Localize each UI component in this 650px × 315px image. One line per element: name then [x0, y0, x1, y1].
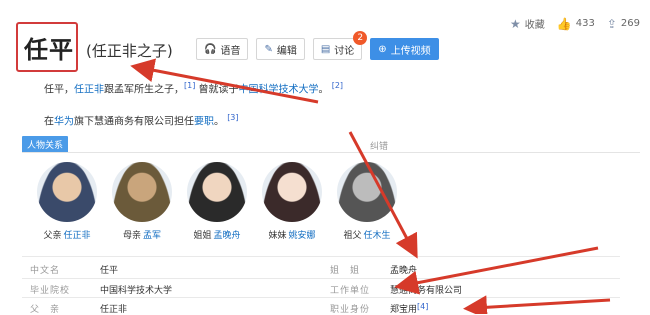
discuss-badge: 2 [353, 31, 368, 45]
discuss-label: 讨论 [334, 45, 355, 57]
person-name[interactable]: 孟晚舟 [214, 231, 241, 241]
favorite-button[interactable]: ★ 收藏 [510, 16, 545, 32]
relations-list: 父亲 任正非 母亲 孟军 姐姐 孟晚舟 妹妹 姚安娜 祖父 任木生 [36, 162, 398, 241]
info-divider-top [22, 256, 620, 257]
link-ren-zhengfei[interactable]: 任正非 [74, 84, 104, 95]
person-card[interactable]: 父亲 任正非 [36, 162, 98, 241]
action-buttons: 🎧 语音 ✎ 编辑 ▤ 讨论 2 ⊕ 上传视频 [196, 31, 439, 60]
avatar[interactable] [262, 162, 322, 222]
info-label: 工作单位 [330, 286, 371, 296]
share-icon: ⇪ [606, 16, 617, 31]
person-name[interactable]: 任木生 [364, 231, 391, 241]
discuss-button[interactable]: ▤ 讨论 2 [312, 31, 368, 60]
like-button[interactable]: 👍 433 [557, 17, 595, 31]
summary-text: 旗下慧通商务有限公司担任 [74, 116, 194, 128]
ref-4[interactable]: [4] [417, 302, 428, 315]
person-label: 姐姐 孟晚舟 [193, 228, 240, 241]
link-huawei[interactable]: 华为 [54, 117, 74, 128]
info-value-link[interactable]: 孟晚舟 [390, 263, 417, 276]
link-ustc[interactable]: 中国科学技术大学 [239, 84, 319, 95]
favorite-label: 收藏 [524, 20, 545, 31]
ref-3[interactable]: [3] [227, 113, 238, 122]
link-key-position[interactable]: 要职 [194, 117, 214, 128]
person-card[interactable]: 妹妹 姚安娜 [261, 162, 323, 241]
info-row: 中文名 任平 姐 姐 孟晚舟 [30, 263, 417, 276]
person-card[interactable]: 祖父 任木生 [336, 162, 398, 241]
info-value: 中国科学技术大学 [100, 286, 173, 296]
comment-icon: ▤ [320, 43, 331, 55]
voice-button[interactable]: 🎧 语音 [196, 38, 249, 60]
summary-text: 。 [214, 116, 224, 128]
upload-label: 上传视频 [390, 45, 431, 57]
person-name[interactable]: 任正非 [64, 231, 91, 241]
summary-text: 曾就读于 [195, 84, 239, 96]
avatar[interactable] [337, 162, 397, 222]
summary-text: 跟孟军所生之子， [104, 84, 184, 96]
summary-line-2: 在华为旗下慧通商务有限公司担任要职。 [3] [44, 110, 343, 130]
person-relation: 父亲 [43, 231, 62, 241]
page-title: 任平 [24, 36, 74, 64]
person-label: 母亲 孟军 [123, 228, 161, 241]
info-divider [22, 278, 620, 279]
arrow-to-job [463, 295, 611, 314]
edit-button[interactable]: ✎ 编辑 [256, 38, 305, 60]
summary-line-1: 任平，任正非跟孟军所生之子，[1] 曾就读于中国科学技术大学。 [2] [44, 78, 343, 98]
headphones-icon: 🎧 [204, 43, 217, 55]
like-count: 433 [575, 18, 595, 29]
voice-label: 语音 [220, 45, 241, 57]
pencil-icon: ✎ [264, 43, 273, 55]
info-value: 任正非 [100, 305, 128, 315]
person-relation: 姐姐 [193, 231, 212, 241]
person-card[interactable]: 母亲 孟军 [111, 162, 173, 241]
baike-page: ★ 收藏 👍 433 ⇪ 269 任平 (任正非之子) 🎧 语音 ✎ 编辑 ▤ … [0, 0, 650, 315]
info-value-link[interactable]: 郑宝用 [390, 302, 417, 315]
share-count: 269 [620, 18, 640, 29]
person-label: 父亲 任正非 [43, 228, 90, 241]
summary-text: 。 [318, 84, 329, 96]
person-label: 妹妹 姚安娜 [268, 228, 315, 241]
page-subtitle: (任正非之子) [86, 42, 173, 60]
edit-label: 编辑 [276, 45, 297, 57]
info-label: 姐 姐 [330, 266, 361, 276]
avatar[interactable] [187, 162, 247, 222]
person-name[interactable]: 姚安娜 [289, 231, 316, 241]
person-label: 祖父 任木生 [343, 228, 390, 241]
thumbs-up-icon: 👍 [556, 16, 572, 31]
star-icon: ★ [510, 16, 521, 31]
info-value: 任平 [100, 266, 119, 276]
arrow-to-company [394, 246, 599, 295]
share-button[interactable]: ⇪ 269 [607, 17, 640, 31]
plus-icon: ⊕ [378, 43, 387, 55]
info-label: 职业身份 [330, 305, 371, 315]
info-value: 慧通商务有限公司 [390, 286, 463, 296]
info-label: 毕业院校 [30, 286, 71, 296]
summary-text: 在 [44, 116, 54, 128]
relations-divider [22, 152, 640, 153]
person-relation: 母亲 [122, 231, 141, 241]
ref-2[interactable]: [2] [332, 81, 343, 90]
stats-bar: ★ 收藏 👍 433 ⇪ 269 [510, 16, 640, 32]
info-label: 中文名 [30, 266, 61, 276]
summary: 任平，任正非跟孟军所生之子，[1] 曾就读于中国科学技术大学。 [2] 在华为旗… [44, 78, 343, 143]
correct-link[interactable]: 纠错 [370, 139, 388, 152]
upload-video-button[interactable]: ⊕ 上传视频 [370, 38, 439, 60]
avatar[interactable] [112, 162, 172, 222]
info-row: 父 亲 任正非 职业身份 郑宝用 [4] [30, 302, 428, 315]
info-label: 父 亲 [30, 305, 61, 315]
info-row: 毕业院校 中国科学技术大学 工作单位 慧通商务有限公司 [30, 283, 462, 296]
relations-tag: 人物关系 [22, 136, 69, 153]
person-relation: 妹妹 [268, 231, 287, 241]
ref-1[interactable]: [1] [184, 81, 195, 90]
person-name[interactable]: 孟军 [143, 231, 161, 241]
person-relation: 祖父 [343, 231, 362, 241]
avatar[interactable] [37, 162, 97, 222]
person-card[interactable]: 姐姐 孟晚舟 [186, 162, 248, 241]
summary-text: 任平， [44, 84, 74, 96]
info-divider [22, 297, 620, 298]
